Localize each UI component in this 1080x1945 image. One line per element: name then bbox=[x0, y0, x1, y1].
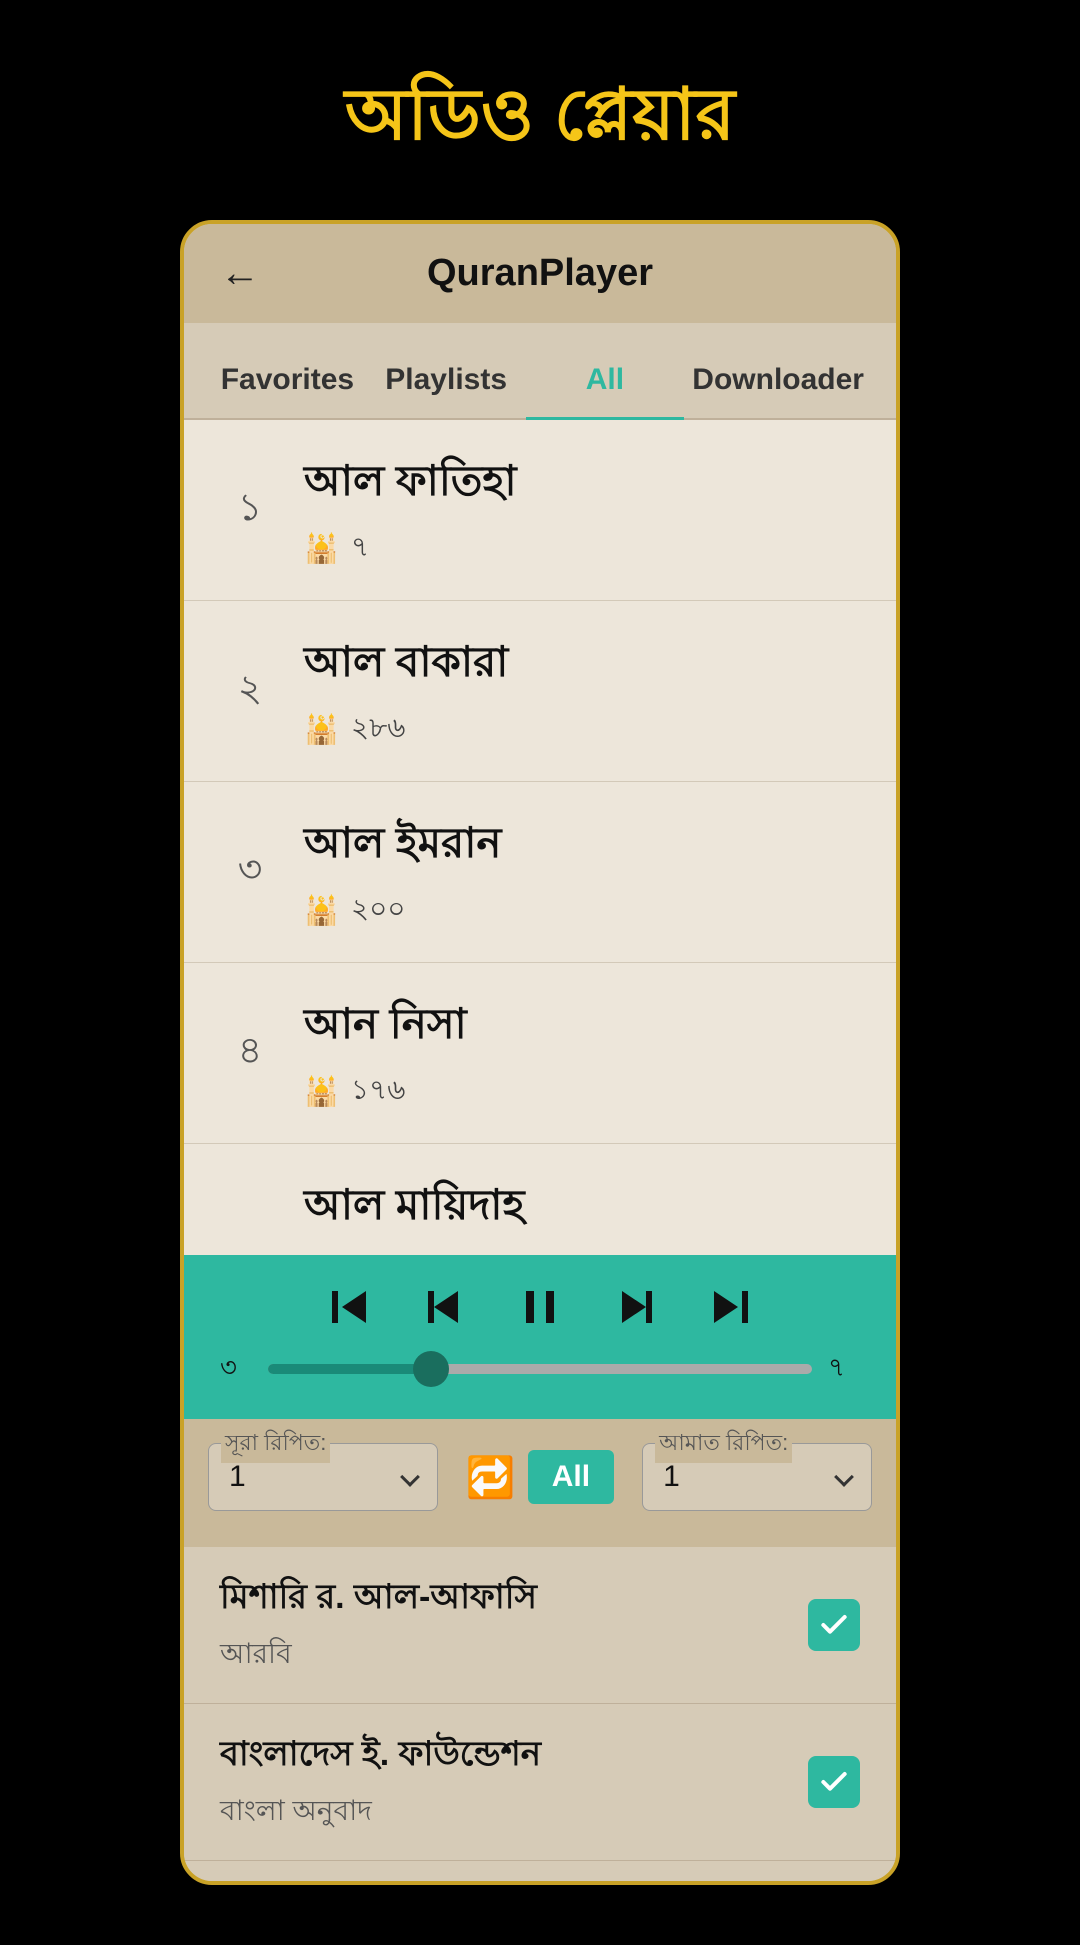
skip-end-button[interactable] bbox=[708, 1283, 756, 1331]
surah-meta-2: 🕌 ২৮৬ bbox=[304, 706, 860, 753]
repeat-row: সূরা রিপিত: 1 🔁 All আমাত রিপিত: 1 bbox=[208, 1443, 872, 1511]
tab-all[interactable]: All bbox=[526, 347, 685, 420]
next-button[interactable] bbox=[612, 1283, 660, 1331]
ayah-repeat-label: আমাত রিপিত: bbox=[655, 1426, 792, 1463]
phone-frame: ← QuranPlayer Favorites Playlists All Do… bbox=[180, 220, 900, 1885]
surah-name-1: আল ফাতিহা bbox=[304, 448, 860, 519]
page-title: অডিও প্লেয়ার bbox=[345, 60, 735, 180]
reader-name-1: মিশারি র. আল-আফাসি bbox=[220, 1571, 808, 1628]
progress-thumb[interactable] bbox=[413, 1351, 449, 1387]
surah-verses-1: ৭ bbox=[351, 525, 369, 572]
ayah-repeat-group: আমাত রিপিত: 1 bbox=[642, 1443, 872, 1511]
surah-number-4: ৪ bbox=[220, 1021, 280, 1085]
surah-name-4: আন নিসা bbox=[304, 991, 860, 1062]
surah-meta-3: 🕌 ২০০ bbox=[304, 887, 860, 934]
progress-track[interactable] bbox=[268, 1364, 812, 1374]
reader-list: মিশারি র. আল-আফাসি আরবি বাংলাদেস ই. ফাউন… bbox=[184, 1547, 896, 1881]
mosque-icon-4: 🕌 bbox=[304, 1075, 339, 1108]
surah-info-3: আল ইমরান 🕌 ২০০ bbox=[280, 810, 860, 934]
transport-controls bbox=[220, 1283, 860, 1331]
surah-repeat-chevron bbox=[400, 1467, 420, 1487]
surah-verses-3: ২০০ bbox=[351, 887, 406, 934]
reader-item-2[interactable]: বাংলাদেস ই. ফাউন্ডেশন বাংলা অনুবাদ bbox=[184, 1704, 896, 1861]
surah-info-2: আল বাকারা 🕌 ২৮৬ bbox=[280, 629, 860, 753]
tab-playlists[interactable]: Playlists bbox=[367, 347, 526, 418]
mosque-icon-1: 🕌 bbox=[304, 532, 339, 565]
app-header: ← QuranPlayer bbox=[184, 224, 896, 323]
reader-info-2: বাংলাদেস ই. ফাউন্ডেশন বাংলা অনুবাদ bbox=[220, 1728, 808, 1836]
surah-verses-2: ২৮৬ bbox=[351, 706, 406, 753]
pause-button[interactable] bbox=[516, 1283, 564, 1331]
surah-list: ১ আল ফাতিহা 🕌 ৭ ২ আল বাকারা 🕌 ২৮৬ bbox=[184, 420, 896, 1255]
ayah-repeat-value: 1 bbox=[663, 1460, 680, 1494]
progress-start: ৩ bbox=[220, 1347, 252, 1391]
reader-lang-2: বাংলা অনুবাদ bbox=[220, 1789, 808, 1836]
reader-info-1: মিশারি র. আল-আফাসি আরবি bbox=[220, 1571, 808, 1679]
surah-info-1: আল ফাতিহা 🕌 ৭ bbox=[280, 448, 860, 572]
surah-item-2[interactable]: ২ আল বাকারা 🕌 ২৮৬ bbox=[184, 601, 896, 782]
prev-button[interactable] bbox=[420, 1283, 468, 1331]
surah-repeat-group: সূরা রিপিত: 1 bbox=[208, 1443, 438, 1511]
surah-number-2: ২ bbox=[220, 659, 280, 723]
tab-downloader[interactable]: Downloader bbox=[684, 347, 872, 418]
surah-item-1[interactable]: ১ আল ফাতিহা 🕌 ৭ bbox=[184, 420, 896, 601]
surah-number-1: ১ bbox=[220, 478, 280, 542]
surah-verses-4: ১৭৬ bbox=[351, 1068, 406, 1115]
repeat-all-button[interactable]: All bbox=[528, 1450, 614, 1504]
repeat-center: 🔁 All bbox=[454, 1450, 626, 1504]
skip-start-button[interactable] bbox=[324, 1283, 372, 1331]
mosque-icon-3: 🕌 bbox=[304, 894, 339, 927]
player-bottom: সূরা রিপিত: 1 🔁 All আমাত রিপিত: 1 bbox=[184, 1419, 896, 1547]
back-button[interactable]: ← bbox=[220, 251, 260, 296]
app-title: QuranPlayer bbox=[427, 252, 653, 295]
surah-name-3: আল ইমরান bbox=[304, 810, 860, 881]
player-bar: ৩ ৭ bbox=[184, 1255, 896, 1419]
reader-name-2: বাংলাদেস ই. ফাউন্ডেশন bbox=[220, 1728, 808, 1785]
surah-meta-1: 🕌 ৭ bbox=[304, 525, 860, 572]
surah-number-3: ৩ bbox=[220, 840, 280, 904]
repeat-icon: 🔁 bbox=[466, 1454, 516, 1501]
progress-row: ৩ ৭ bbox=[220, 1347, 860, 1391]
reader-check-2[interactable] bbox=[808, 1756, 860, 1808]
surah-info-4: আন নিসা 🕌 ১৭৬ bbox=[280, 991, 860, 1115]
ayah-repeat-chevron bbox=[834, 1467, 854, 1487]
reader-lang-1: আরবি bbox=[220, 1632, 808, 1679]
tab-favorites[interactable]: Favorites bbox=[208, 347, 367, 418]
surah-item-3[interactable]: ৩ আল ইমরান 🕌 ২০০ bbox=[184, 782, 896, 963]
surah-meta-4: 🕌 ১৭৬ bbox=[304, 1068, 860, 1115]
surah-repeat-label: সূরা রিপিত: bbox=[221, 1426, 330, 1463]
surah-name-2: আল বাকারা bbox=[304, 629, 860, 700]
surah-item-4[interactable]: ৪ আন নিসা 🕌 ১৭৬ bbox=[184, 963, 896, 1144]
surah-repeat-value: 1 bbox=[229, 1460, 246, 1494]
partial-surah-name: আল মায়িদাহ bbox=[220, 1172, 860, 1243]
reader-check-1[interactable] bbox=[808, 1599, 860, 1651]
mosque-icon-2: 🕌 bbox=[304, 713, 339, 746]
progress-fill bbox=[268, 1364, 431, 1374]
surah-item-partial[interactable]: আল মায়িদাহ bbox=[184, 1144, 896, 1255]
reader-item-1[interactable]: মিশারি র. আল-আফাসি আরবি bbox=[184, 1547, 896, 1704]
progress-end: ৭ bbox=[828, 1347, 860, 1391]
tab-bar: Favorites Playlists All Downloader bbox=[184, 323, 896, 420]
